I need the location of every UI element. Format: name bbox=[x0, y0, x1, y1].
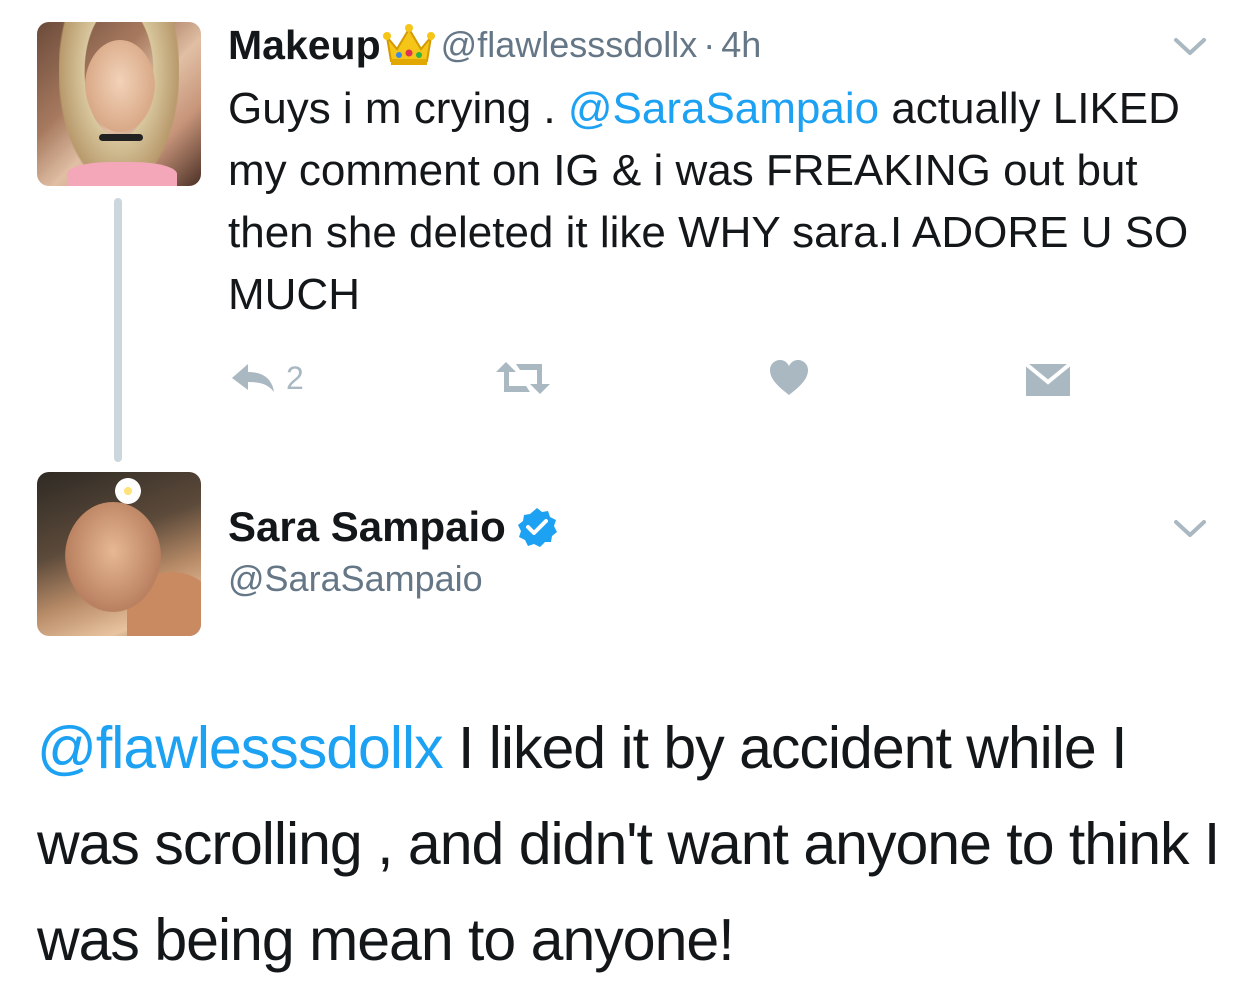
retweet-icon bbox=[496, 362, 550, 394]
heart-icon bbox=[770, 360, 808, 395]
avatar-choker bbox=[99, 134, 143, 141]
tweet1-handle[interactable]: @flawlesssdollx bbox=[441, 24, 698, 66]
thread-connector-line bbox=[114, 198, 122, 462]
crown-icon bbox=[382, 24, 435, 65]
retweet-button[interactable] bbox=[494, 358, 552, 398]
mention-link-sarasampaio[interactable]: @SaraSampaio bbox=[568, 84, 879, 133]
tweet1-display-name[interactable]: Makeup bbox=[228, 22, 381, 69]
tweet1-header: Makeup @flawlesssdollx · 4h bbox=[228, 20, 761, 70]
chevron-down-icon[interactable] bbox=[1172, 516, 1208, 540]
avatar-sarasampaio[interactable] bbox=[37, 472, 201, 636]
reply-count: 2 bbox=[286, 359, 304, 396]
tweet1-text-start: Guys i m crying . bbox=[228, 84, 568, 133]
dm-icon bbox=[1024, 362, 1072, 396]
tweet2-handle[interactable]: @SaraSampaio bbox=[228, 558, 483, 600]
avatar-flawlesssdollx[interactable] bbox=[37, 22, 201, 186]
avatar-top bbox=[67, 162, 177, 186]
avatar-face bbox=[65, 502, 161, 612]
direct-message-button[interactable] bbox=[1024, 358, 1072, 398]
reply-button[interactable]: 2 bbox=[228, 358, 304, 398]
avatar-face bbox=[85, 40, 155, 132]
tweet2-text: @flawlesssdollx I liked it by accident w… bbox=[37, 700, 1227, 988]
tweet1-action-bar: 2 bbox=[228, 358, 1078, 404]
like-button[interactable] bbox=[768, 358, 810, 398]
reply-icon bbox=[232, 364, 274, 392]
tweet1-separator: · bbox=[703, 24, 716, 65]
tweet2-header: Sara Sampaio bbox=[228, 502, 558, 552]
verified-badge-icon bbox=[517, 508, 557, 547]
chevron-down-icon[interactable] bbox=[1172, 34, 1208, 58]
tweet1-timestamp[interactable]: 4h bbox=[721, 24, 761, 66]
mention-link-flawlesssdollx[interactable]: @flawlesssdollx bbox=[37, 715, 444, 781]
tweet1-text: Guys i m crying . @SaraSampaio actually … bbox=[228, 78, 1218, 326]
avatar-flower bbox=[113, 476, 143, 506]
tweet2-display-name[interactable]: Sara Sampaio bbox=[228, 503, 506, 551]
